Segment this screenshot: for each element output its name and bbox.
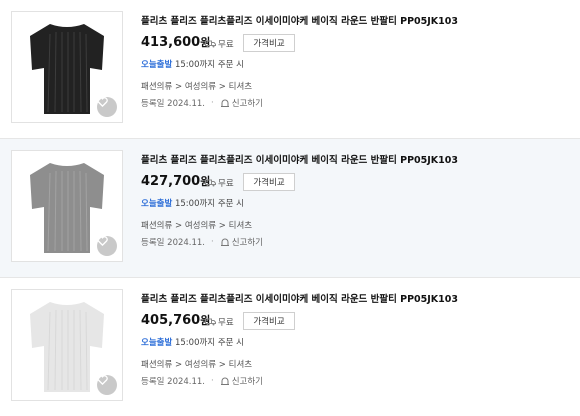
wishlist-heart-icon[interactable]: [97, 375, 117, 395]
siren-icon: [220, 238, 229, 246]
report-label: 신고하기: [231, 99, 263, 109]
category-breadcrumb: 패션의류 > 여성의류 > 티셔츠: [141, 360, 253, 370]
category-link[interactable]: 패션의류: [141, 221, 172, 231]
price-value: 427,700: [141, 174, 201, 189]
category-link[interactable]: 티셔츠: [229, 360, 252, 370]
report-link[interactable]: 신고하기: [220, 236, 263, 248]
product-title[interactable]: 플리츠 플리즈 플리츠플리즈 이세이미야케 베이직 라운드 반팔티 PP05JK…: [141, 13, 458, 27]
truck-icon: [205, 179, 216, 187]
wishlist-heart-icon[interactable]: [97, 97, 117, 117]
product-meta: 등록일 2024.11. · 신고하기: [141, 375, 263, 387]
category-link[interactable]: 패션의류: [141, 360, 172, 370]
registered-date: 등록일 2024.11.: [141, 238, 206, 248]
truck-icon: [205, 318, 216, 326]
compare-price-button[interactable]: 가격비교: [243, 34, 295, 52]
category-breadcrumb: 패션의류 > 여성의류 > 티셔츠: [141, 221, 253, 231]
category-breadcrumb: 패션의류 > 여성의류 > 티셔츠: [141, 82, 253, 92]
shipping-note: 15:00까지 주문 시: [174, 60, 244, 70]
product-thumbnail[interactable]: [11, 11, 123, 123]
product-meta: 등록일 2024.11. · 신고하기: [141, 236, 263, 248]
category-link[interactable]: 여성의류: [185, 221, 216, 231]
registered-date: 등록일 2024.11.: [141, 377, 206, 387]
siren-icon: [220, 377, 229, 385]
separator-dot: ·: [211, 376, 214, 386]
product-card[interactable]: 플리츠 플리즈 플리츠플리즈 이세이미야케 베이직 라운드 반팔티 PP05JK…: [0, 0, 580, 138]
report-link[interactable]: 신고하기: [220, 97, 263, 109]
price-value: 413,600: [141, 35, 201, 50]
report-label: 신고하기: [231, 238, 263, 248]
product-meta: 등록일 2024.11. · 신고하기: [141, 97, 263, 109]
shipping-info: 오늘출발 15:00까지 주문 시: [141, 197, 244, 209]
today-shipping-badge: 오늘출발: [141, 338, 173, 348]
free-shipping: 무료: [205, 38, 234, 50]
truck-icon: [205, 40, 216, 48]
free-shipping-label: 무료: [218, 40, 234, 50]
product-price: 405,760원: [141, 312, 210, 328]
category-link[interactable]: 티셔츠: [229, 221, 252, 231]
separator-dot: ·: [211, 98, 214, 108]
shipping-info: 오늘출발 15:00까지 주문 시: [141, 58, 244, 70]
product-thumbnail[interactable]: [11, 150, 123, 262]
price-value: 405,760: [141, 313, 201, 328]
shipping-info: 오늘출발 15:00까지 주문 시: [141, 336, 244, 348]
siren-icon: [220, 99, 229, 107]
report-link[interactable]: 신고하기: [220, 375, 263, 387]
product-price: 413,600원: [141, 34, 210, 50]
compare-price-button[interactable]: 가격비교: [243, 312, 295, 330]
product-thumbnail[interactable]: [11, 289, 123, 401]
today-shipping-badge: 오늘출발: [141, 199, 173, 209]
wishlist-heart-icon[interactable]: [97, 236, 117, 256]
product-title[interactable]: 플리츠 플리즈 플리츠플리즈 이세이미야케 베이직 라운드 반팔티 PP05JK…: [141, 291, 458, 305]
free-shipping-label: 무료: [218, 179, 234, 189]
product-card[interactable]: 플리츠 플리즈 플리츠플리즈 이세이미야케 베이직 라운드 반팔티 PP05JK…: [0, 278, 580, 416]
report-label: 신고하기: [231, 377, 263, 387]
today-shipping-badge: 오늘출발: [141, 60, 173, 70]
category-link[interactable]: 여성의류: [185, 82, 216, 92]
category-link[interactable]: 티셔츠: [229, 82, 252, 92]
product-card[interactable]: 플리츠 플리즈 플리츠플리즈 이세이미야케 베이직 라운드 반팔티 PP05JK…: [0, 139, 580, 277]
category-link[interactable]: 여성의류: [185, 360, 216, 370]
free-shipping-label: 무료: [218, 318, 234, 328]
free-shipping: 무료: [205, 177, 234, 189]
product-price: 427,700원: [141, 173, 210, 189]
shipping-note: 15:00까지 주문 시: [174, 199, 244, 209]
category-link[interactable]: 패션의류: [141, 82, 172, 92]
registered-date: 등록일 2024.11.: [141, 99, 206, 109]
shipping-note: 15:00까지 주문 시: [174, 338, 244, 348]
free-shipping: 무료: [205, 316, 234, 328]
separator-dot: ·: [211, 237, 214, 247]
product-title[interactable]: 플리츠 플리즈 플리츠플리즈 이세이미야케 베이직 라운드 반팔티 PP05JK…: [141, 152, 458, 166]
compare-price-button[interactable]: 가격비교: [243, 173, 295, 191]
